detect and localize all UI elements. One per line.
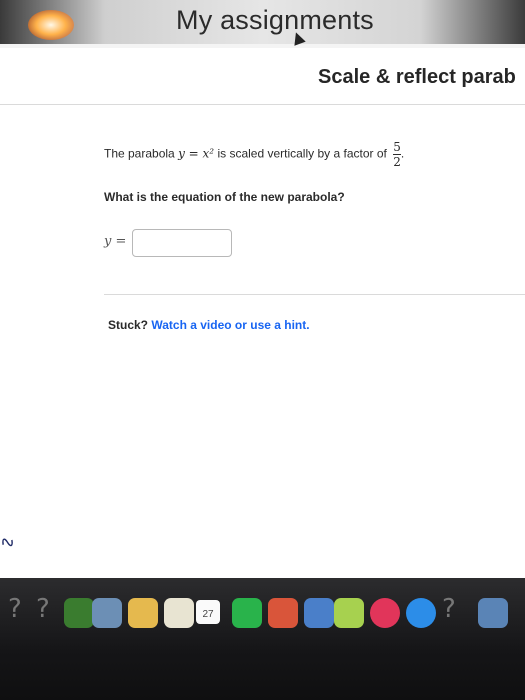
finder-icon[interactable] xyxy=(64,598,94,628)
dock: ? ? 27 ? xyxy=(0,594,525,638)
scale-factor-fraction: 52 xyxy=(393,140,401,169)
hint-link[interactable]: Watch a video or use a hint. xyxy=(151,318,309,332)
music-icon[interactable] xyxy=(370,598,400,628)
help-icon[interactable]: ? xyxy=(8,594,38,624)
hint-prefix: Stuck? xyxy=(108,318,152,332)
divider xyxy=(0,104,525,105)
numbers-icon[interactable] xyxy=(334,598,364,628)
fraction-denominator: 2 xyxy=(393,154,401,169)
screen: My assignments Scale & reflect parab The… xyxy=(0,0,525,578)
calendar-icon[interactable]: 27 xyxy=(196,600,220,624)
hint-line: Stuck? Watch a video or use a hint. xyxy=(108,318,310,332)
light-glare xyxy=(28,10,74,40)
answer-input[interactable] xyxy=(132,229,232,257)
facetime-icon[interactable] xyxy=(268,598,298,628)
messages-icon[interactable] xyxy=(232,598,262,628)
help-icon[interactable]: ? xyxy=(36,594,66,624)
app-store-icon[interactable] xyxy=(406,598,436,628)
page-title: My assignments xyxy=(176,5,374,35)
preview-icon[interactable] xyxy=(478,598,508,628)
exercise-card xyxy=(0,48,525,578)
question-text: What is the equation of the new parabola… xyxy=(104,190,345,204)
problem-middle: is scaled vertically by a factor of xyxy=(214,146,391,161)
notes-icon[interactable] xyxy=(128,598,158,628)
divider-2 xyxy=(104,294,525,295)
notes-icon[interactable] xyxy=(164,598,194,628)
problem-statement: The parabola y = x² is scaled vertically… xyxy=(104,140,404,169)
problem-equation: y = x² xyxy=(178,146,215,161)
problem-suffix: . xyxy=(400,146,405,161)
help-icon[interactable]: ? xyxy=(442,594,472,624)
problem-prefix: The parabola xyxy=(104,146,179,161)
keynote-icon[interactable] xyxy=(304,598,334,628)
fraction-numerator: 5 xyxy=(393,140,401,154)
answer-label: y = xyxy=(104,234,127,249)
exercise-title: Scale & reflect parab xyxy=(318,66,516,88)
preview-icon[interactable] xyxy=(92,598,122,628)
